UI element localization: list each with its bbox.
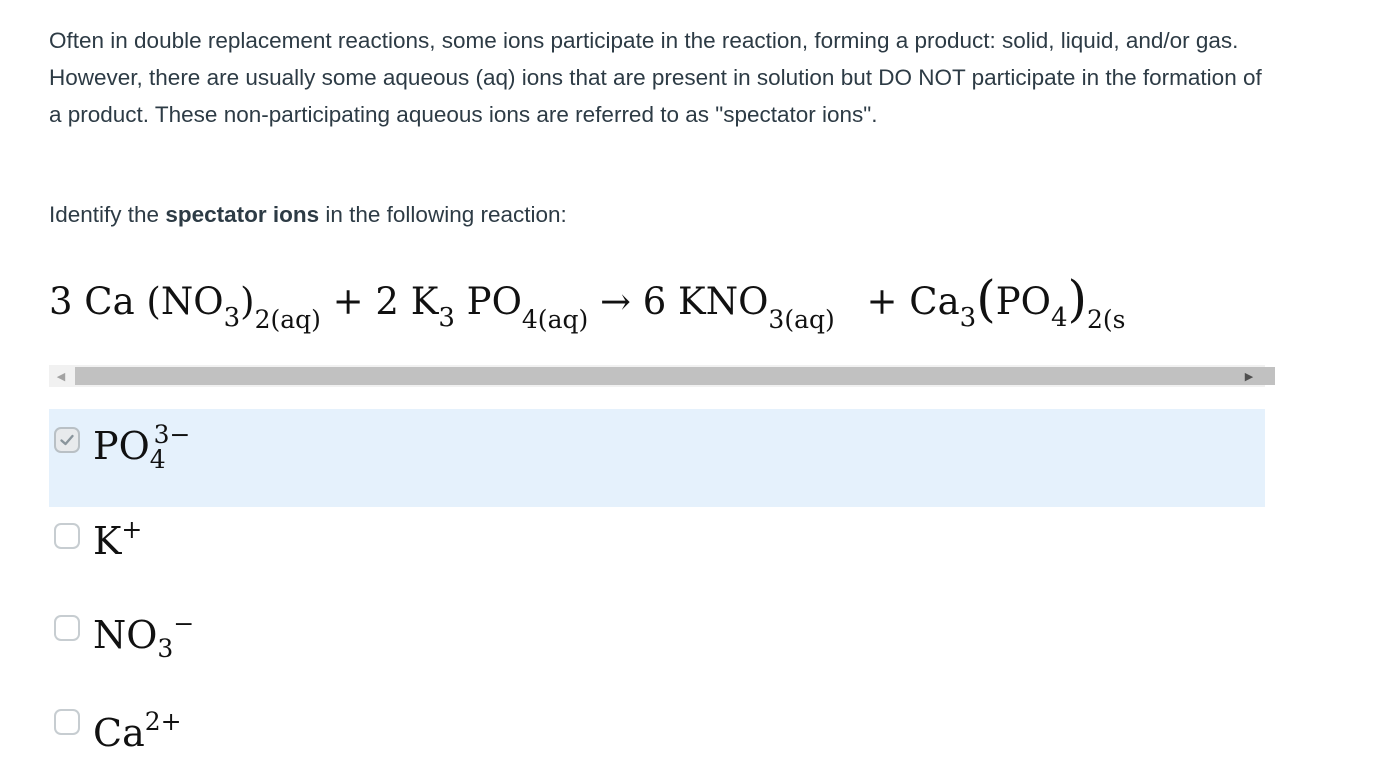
eq-term: + Ca xyxy=(854,280,960,323)
option-checkbox[interactable] xyxy=(54,615,80,641)
eq-paren: ( xyxy=(976,270,996,328)
eq-term: ) xyxy=(240,280,255,323)
eq-sub: 3 xyxy=(438,303,455,333)
eq-term: PO xyxy=(995,280,1051,323)
eq-term: PO xyxy=(454,280,522,323)
ion-base: Ca xyxy=(93,711,145,755)
eq-paren: ) xyxy=(1067,270,1088,328)
option-label: NO3− xyxy=(93,609,194,663)
question-intro: Often in double replacement reactions, s… xyxy=(49,28,1262,127)
option-checkbox[interactable] xyxy=(54,523,80,549)
option-checkbox[interactable] xyxy=(54,427,80,453)
eq-sub: 3 xyxy=(959,303,977,333)
eq-sub: 4 xyxy=(1050,303,1068,333)
horizontal-scrollbar[interactable]: ◀ ▶ xyxy=(49,365,1275,387)
ion-sub: 3 xyxy=(157,634,174,663)
eq-sub: 4(aq) xyxy=(521,305,589,334)
eq-term: + 2 K xyxy=(320,280,439,323)
eq-sub: 2(s xyxy=(1087,305,1126,334)
answer-option-ca[interactable]: Ca2+ xyxy=(49,693,1265,779)
check-icon xyxy=(60,434,74,446)
ion-base: NO xyxy=(93,613,158,657)
eq-sub: 3(aq) xyxy=(768,305,835,334)
answer-option-no3[interactable]: NO3− xyxy=(49,597,1265,695)
option-label: PO43− xyxy=(93,420,191,474)
scrollbar-thumb[interactable] xyxy=(75,367,1275,385)
ion-charge: + xyxy=(121,515,143,544)
chemical-equation: 3 Ca (NO3)2(aq) + 2 K3 PO4(aq) → 6 KNO3(… xyxy=(49,252,1265,352)
option-checkbox[interactable] xyxy=(54,709,80,735)
question-prompt: Identify the spectator ions in the follo… xyxy=(49,196,567,233)
option-label: Ca2+ xyxy=(93,707,182,755)
prompt-bold: spectator ions xyxy=(165,202,320,227)
triangle-left-icon[interactable]: ◀ xyxy=(49,365,73,387)
ion-charge: 2+ xyxy=(144,707,182,736)
prompt-text-before: Identify the xyxy=(49,202,166,227)
ion-charge: 3− xyxy=(153,420,191,449)
answer-option-k[interactable]: K+ xyxy=(49,507,1265,605)
option-label: K+ xyxy=(93,515,142,563)
eq-term: → 6 KNO xyxy=(588,280,769,323)
eq-sub: 2(aq) xyxy=(254,305,321,334)
triangle-right-icon[interactable]: ▶ xyxy=(1233,365,1265,387)
eq-term: 3 Ca (NO xyxy=(49,280,224,323)
ion-sub: 4 xyxy=(149,445,166,474)
ion-base: K xyxy=(93,519,122,563)
answer-option-po4[interactable]: PO43− xyxy=(49,409,1265,507)
eq-sub: 3 xyxy=(223,303,241,333)
prompt-text-after: in the following reaction: xyxy=(319,202,567,227)
ion-base: PO xyxy=(93,424,150,468)
ion-charge: − xyxy=(173,609,195,638)
